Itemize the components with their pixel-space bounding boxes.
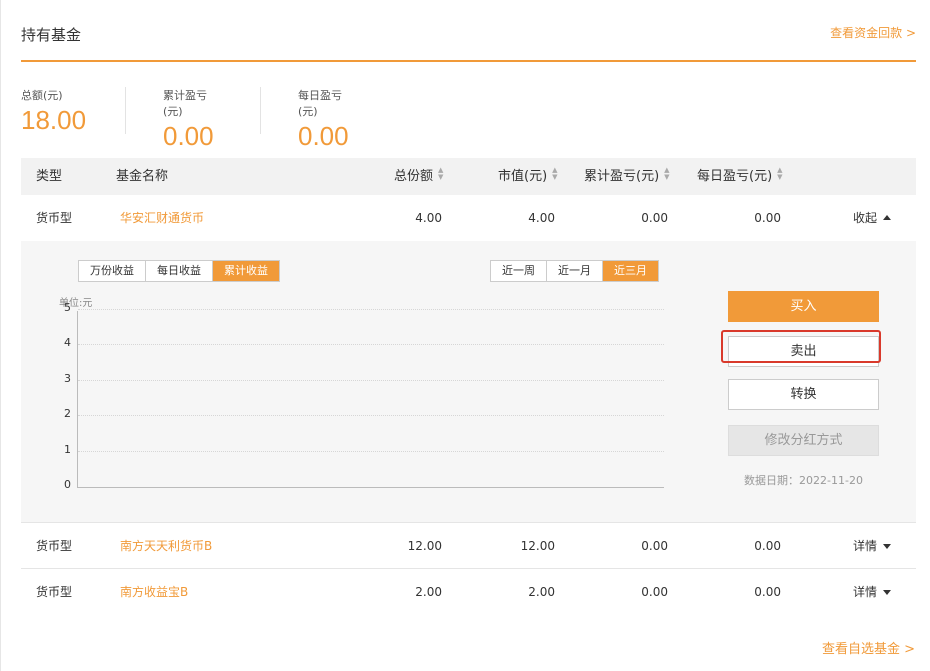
- fund-name-link[interactable]: 南方收益宝B: [120, 569, 188, 615]
- stat-cumulative-pl-label: 累计盈亏(元): [163, 89, 207, 118]
- col-daily-pl-sort[interactable]: 每日盈亏(元) ▲ ▼: [697, 158, 783, 195]
- col-cumulative-pl-label: 累计盈亏(元): [584, 169, 660, 184]
- sort-icon: ▲ ▼: [438, 166, 444, 181]
- table-header: 类型 基金名称 总份额 ▲ ▼ 市值(元) ▲ ▼ 累计盈亏(元) ▲ ▼ 每日盈亏(元) ▲…: [21, 158, 916, 195]
- cell-shares: 12.00: [407, 539, 442, 553]
- tab-cumulative-yield[interactable]: 累计收益: [213, 261, 279, 281]
- tab-daily-yield[interactable]: 每日收益: [146, 261, 213, 281]
- metric-tabs: 万份收益 每日收益 累计收益: [78, 260, 280, 282]
- tab-last-three-months[interactable]: 近三月: [603, 261, 658, 281]
- panel-header: 持有基金 查看资金回款 >: [21, 0, 916, 62]
- stat-daily-pl-label: 每日盈亏(元): [298, 89, 342, 118]
- fund-name-link[interactable]: 南方天天利货币B: [120, 523, 212, 569]
- buy-button[interactable]: 买入: [728, 291, 879, 322]
- data-date: 数据日期：2022-11-20: [744, 474, 863, 487]
- stat-cumulative-pl: 累计盈亏(元) 0.00: [163, 87, 214, 151]
- col-type: 类型: [36, 169, 63, 184]
- details-toggle[interactable]: 详情: [853, 523, 892, 569]
- col-cumulative-pl-sort[interactable]: 累计盈亏(元) ▲ ▼: [584, 158, 670, 195]
- divider: [125, 87, 126, 134]
- collapse-toggle[interactable]: 收起: [853, 195, 892, 241]
- cell-shares: 4.00: [415, 211, 442, 225]
- col-market-value-sort[interactable]: 市值(元) ▲ ▼: [498, 158, 558, 195]
- page-title: 持有基金: [21, 26, 82, 44]
- collapse-label: 收起: [853, 211, 878, 225]
- col-shares-label: 总份额: [394, 169, 434, 184]
- y-tick-label: 1: [64, 442, 71, 456]
- caret-down-icon: [883, 544, 892, 549]
- cell-type: 货币型: [36, 585, 73, 599]
- cell-market-value: 12.00: [520, 539, 555, 553]
- yield-chart-plot: [77, 309, 664, 488]
- cell-daily-pl: 0.00: [754, 211, 781, 225]
- sort-icon: ▲ ▼: [664, 166, 670, 181]
- cell-cumulative-pl: 0.00: [641, 211, 668, 225]
- tab-last-month[interactable]: 近一月: [547, 261, 603, 281]
- convert-button[interactable]: 转换: [728, 379, 879, 410]
- cell-shares: 2.00: [415, 585, 442, 599]
- table-row: 货币型 南方天天利货币B 12.00 12.00 0.00 0.00 详情: [21, 523, 916, 569]
- tab-last-week[interactable]: 近一周: [491, 261, 547, 281]
- holdings-panel: 持有基金 查看资金回款 > 总额(元) 18.00 累计盈亏(元) 0.00 每…: [0, 0, 930, 671]
- gridline: [78, 309, 664, 310]
- table-row: 货币型 华安汇财通货币 4.00 4.00 0.00 0.00 收起: [21, 195, 916, 241]
- gridline: [78, 450, 664, 452]
- caret-up-icon: [883, 215, 892, 220]
- stat-total-label: 总额(元): [21, 89, 63, 102]
- tab-per-10k-yield[interactable]: 万份收益: [79, 261, 146, 281]
- col-market-value-label: 市值(元): [498, 169, 548, 184]
- col-shares-sort[interactable]: 总份额 ▲ ▼: [394, 158, 443, 195]
- period-tabs: 近一周 近一月 近三月: [490, 260, 659, 282]
- y-tick-label: 4: [64, 336, 71, 350]
- stat-daily-pl: 每日盈亏(元) 0.00: [298, 87, 349, 151]
- cell-type: 货币型: [36, 539, 73, 553]
- gridline: [78, 415, 664, 417]
- fund-name-link[interactable]: 华安汇财通货币: [120, 195, 204, 241]
- details-label: 详情: [853, 539, 878, 553]
- gridline: [78, 379, 664, 381]
- cell-cumulative-pl: 0.00: [641, 539, 668, 553]
- cell-cumulative-pl: 0.00: [641, 585, 668, 599]
- holdings-table: 类型 基金名称 总份额 ▲ ▼ 市值(元) ▲ ▼ 累计盈亏(元) ▲ ▼ 每日盈亏(元) ▲…: [21, 158, 916, 615]
- col-fund-name: 基金名称: [116, 169, 169, 184]
- view-watchlist-link[interactable]: 查看自选基金 >: [822, 638, 915, 657]
- cell-daily-pl: 0.00: [754, 539, 781, 553]
- fund-detail-panel: 万份收益 每日收益 累计收益 近一周 近一月 近三月 单位:元 012345 买…: [21, 241, 916, 523]
- stat-total: 总额(元) 18.00: [21, 87, 86, 135]
- divider: [260, 87, 261, 134]
- caret-down-icon: [883, 590, 892, 595]
- y-tick-label: 3: [64, 371, 71, 385]
- cell-daily-pl: 0.00: [754, 585, 781, 599]
- stat-total-value: 18.00: [21, 105, 87, 135]
- view-fund-returns-link[interactable]: 查看资金回款 >: [830, 24, 916, 41]
- y-tick-label: 5: [64, 301, 71, 314]
- stat-daily-pl-value: 0.00: [298, 121, 349, 151]
- sort-icon: ▲ ▼: [777, 166, 783, 181]
- sort-icon: ▲ ▼: [552, 166, 558, 181]
- cell-type: 货币型: [36, 211, 73, 225]
- col-daily-pl-label: 每日盈亏(元): [697, 169, 773, 184]
- y-tick-label: 2: [64, 407, 71, 421]
- cell-market-value: 2.00: [528, 585, 555, 599]
- details-toggle[interactable]: 详情: [853, 569, 892, 615]
- y-tick-label: 0: [64, 478, 71, 491]
- stat-cumulative-pl-value: 0.00: [163, 121, 214, 151]
- gridline: [78, 344, 664, 346]
- table-row: 货币型 南方收益宝B 2.00 2.00 0.00 0.00 详情: [21, 569, 916, 615]
- modify-dividend-button: 修改分红方式: [728, 425, 879, 456]
- details-label: 详情: [853, 585, 878, 599]
- sell-button[interactable]: 卖出: [728, 336, 879, 367]
- cell-market-value: 4.00: [528, 211, 555, 225]
